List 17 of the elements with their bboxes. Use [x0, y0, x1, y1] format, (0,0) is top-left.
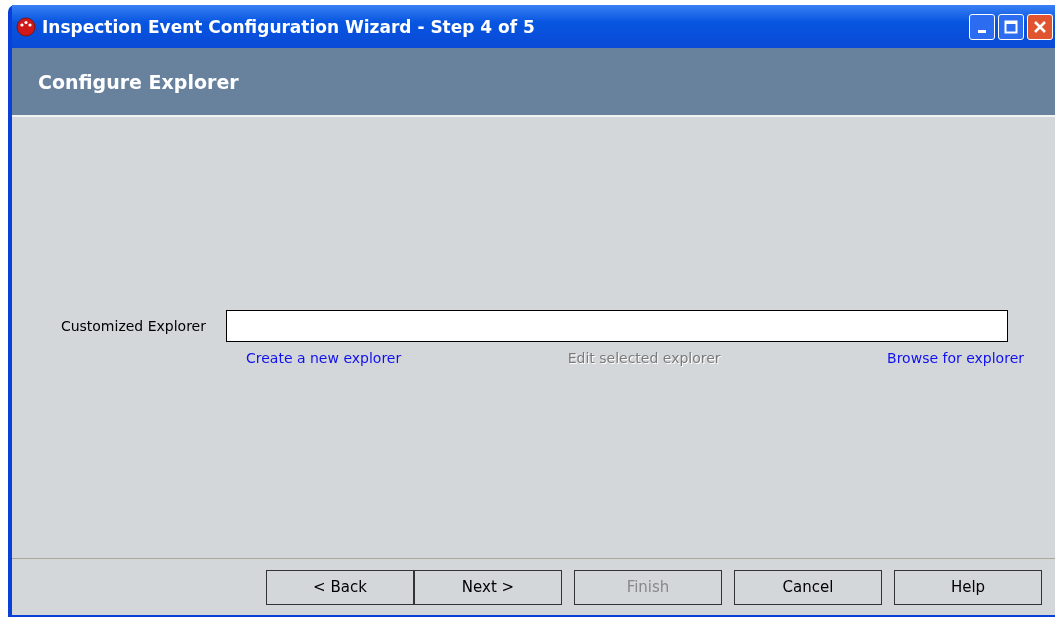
- wizard-button[interactable]: Help: [894, 569, 1042, 605]
- field-label: Customized Explorer: [59, 317, 207, 334]
- page-heading: Configure Explorer: [38, 70, 239, 93]
- minimize-icon: [978, 30, 986, 33]
- wizard-button[interactable]: Next >: [414, 569, 562, 605]
- window-title: Inspection Event Configuration Wizard - Step 4 of 5: [42, 16, 536, 37]
- link[interactable]: Create a new explorer: [246, 349, 402, 366]
- wizard-button[interactable]: Cancel: [734, 569, 882, 605]
- app-logo-icon: [16, 16, 36, 37]
- link[interactable]: Browse for explorer: [887, 349, 1024, 366]
- close-icon: [1033, 19, 1047, 34]
- maximize-button[interactable]: [998, 13, 1024, 40]
- minimize-button[interactable]: [969, 13, 995, 40]
- wizard-button[interactable]: < Back: [266, 569, 414, 605]
- maximize-icon: [1004, 19, 1018, 34]
- close-button[interactable]: [1027, 13, 1053, 40]
- explorer-input-field[interactable]: [226, 309, 1008, 342]
